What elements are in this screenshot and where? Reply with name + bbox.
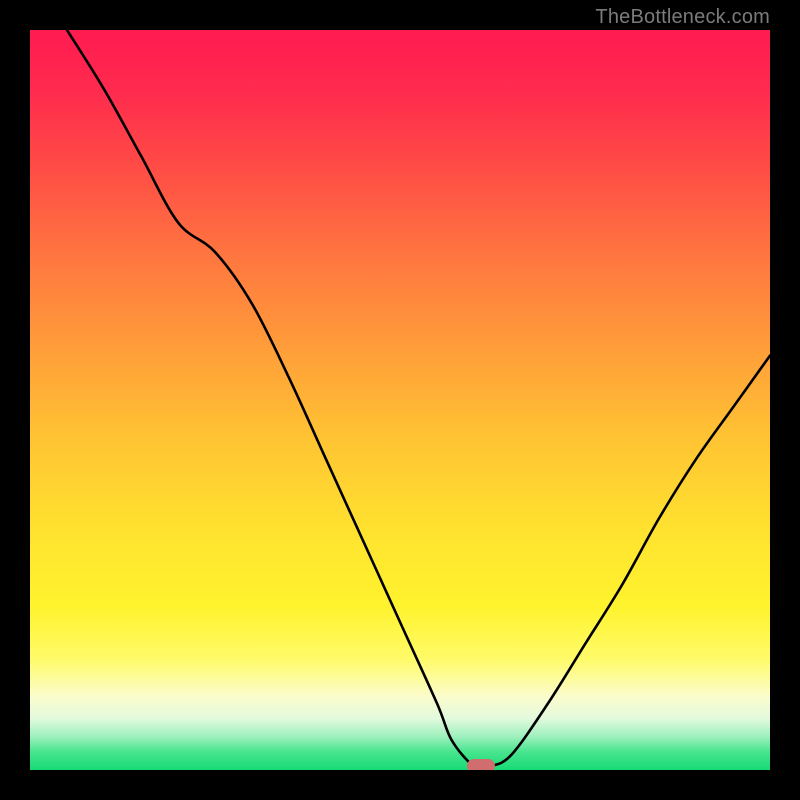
bottleneck-curve	[30, 30, 770, 770]
chart-canvas: TheBottleneck.com	[0, 0, 800, 800]
watermark-text: TheBottleneck.com	[595, 6, 770, 29]
optimum-marker	[467, 759, 495, 770]
plot-area	[30, 30, 770, 770]
